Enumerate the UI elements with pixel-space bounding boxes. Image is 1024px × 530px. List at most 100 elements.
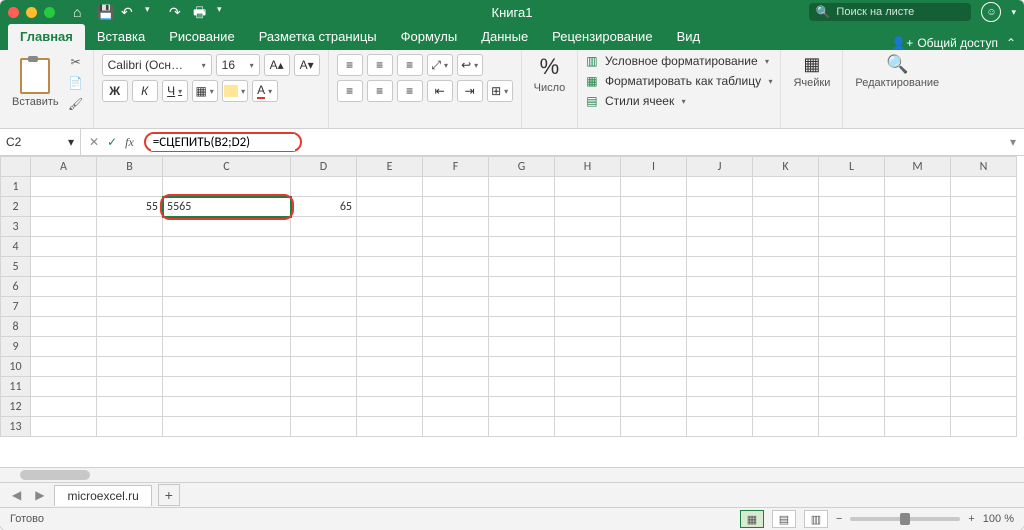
cell-B11[interactable] (97, 377, 163, 397)
qat-customize[interactable]: ▾ (217, 5, 231, 19)
cell-B5[interactable] (97, 257, 163, 277)
cell-D13[interactable] (291, 417, 357, 437)
cell-F3[interactable] (423, 217, 489, 237)
row-header-8[interactable]: 8 (1, 317, 31, 337)
row-header-11[interactable]: 11 (1, 377, 31, 397)
cell-N5[interactable] (951, 257, 1017, 277)
merge-icon[interactable]: ⊞▾ (487, 80, 513, 102)
cell-M1[interactable] (885, 177, 951, 197)
cell-D5[interactable] (291, 257, 357, 277)
formula-input[interactable] (151, 134, 295, 151)
cell-L1[interactable] (819, 177, 885, 197)
undo-icon[interactable]: ↶ (121, 5, 135, 19)
cell-I12[interactable] (621, 397, 687, 417)
col-header-I[interactable]: I (621, 157, 687, 177)
cell-H7[interactable] (555, 297, 621, 317)
confirm-formula-icon[interactable]: ✓ (107, 135, 117, 149)
cell-G12[interactable] (489, 397, 555, 417)
cell-F9[interactable] (423, 337, 489, 357)
cell-K13[interactable] (753, 417, 819, 437)
cell-K7[interactable] (753, 297, 819, 317)
next-sheet-icon[interactable]: ▶ (31, 488, 48, 502)
cell-E11[interactable] (357, 377, 423, 397)
cell-D9[interactable] (291, 337, 357, 357)
cell-A5[interactable] (31, 257, 97, 277)
cell-I4[interactable] (621, 237, 687, 257)
cell-I3[interactable] (621, 217, 687, 237)
align-bottom-icon[interactable]: ≡ (397, 54, 423, 76)
cell-L5[interactable] (819, 257, 885, 277)
col-header-L[interactable]: L (819, 157, 885, 177)
cell-L12[interactable] (819, 397, 885, 417)
tab-review[interactable]: Рецензирование (540, 24, 664, 50)
cell-L4[interactable] (819, 237, 885, 257)
cell-H8[interactable] (555, 317, 621, 337)
cell-H2[interactable] (555, 197, 621, 217)
save-icon[interactable]: 💾 (97, 5, 111, 19)
cell-G13[interactable] (489, 417, 555, 437)
cell-A6[interactable] (31, 277, 97, 297)
cell-J2[interactable] (687, 197, 753, 217)
cell-I8[interactable] (621, 317, 687, 337)
cell-I5[interactable] (621, 257, 687, 277)
cell-L3[interactable] (819, 217, 885, 237)
cell-N12[interactable] (951, 397, 1017, 417)
cell-M12[interactable] (885, 397, 951, 417)
print-icon[interactable]: 🖶 (193, 5, 207, 19)
cut-icon[interactable]: ✂ (67, 54, 85, 70)
cell-I6[interactable] (621, 277, 687, 297)
cell-M7[interactable] (885, 297, 951, 317)
font-color-button[interactable]: A▾ (252, 80, 278, 102)
close-window[interactable] (8, 7, 19, 18)
select-all-corner[interactable] (1, 157, 31, 177)
sheet-tab[interactable]: microexcel.ru (54, 485, 151, 506)
tab-data[interactable]: Данные (469, 24, 540, 50)
cell-C4[interactable] (163, 237, 291, 257)
cell-B3[interactable] (97, 217, 163, 237)
align-middle-icon[interactable]: ≡ (367, 54, 393, 76)
cell-D6[interactable] (291, 277, 357, 297)
cell-L7[interactable] (819, 297, 885, 317)
cells-button[interactable]: ▦ Ячейки (789, 54, 834, 89)
cell-E9[interactable] (357, 337, 423, 357)
page-break-view-icon[interactable]: ▥ (804, 510, 828, 528)
cell-D1[interactable] (291, 177, 357, 197)
cell-D2[interactable]: 65 (291, 197, 357, 217)
cell-J9[interactable] (687, 337, 753, 357)
cell-H5[interactable] (555, 257, 621, 277)
row-header-5[interactable]: 5 (1, 257, 31, 277)
editing-button[interactable]: 🔍 Редактирование (851, 54, 943, 89)
row-header-9[interactable]: 9 (1, 337, 31, 357)
tab-insert[interactable]: Вставка (85, 24, 157, 50)
cell-D8[interactable] (291, 317, 357, 337)
search-input[interactable] (834, 5, 965, 19)
cell-C8[interactable] (163, 317, 291, 337)
cell-K12[interactable] (753, 397, 819, 417)
align-left-icon[interactable]: ≡ (337, 80, 363, 102)
cell-B1[interactable] (97, 177, 163, 197)
cell-J12[interactable] (687, 397, 753, 417)
cell-M8[interactable] (885, 317, 951, 337)
zoom-out-icon[interactable]: − (836, 513, 842, 525)
cell-I10[interactable] (621, 357, 687, 377)
row-header-3[interactable]: 3 (1, 217, 31, 237)
cell-A12[interactable] (31, 397, 97, 417)
tab-view[interactable]: Вид (665, 24, 713, 50)
cell-G8[interactable] (489, 317, 555, 337)
cell-J1[interactable] (687, 177, 753, 197)
cell-N13[interactable] (951, 417, 1017, 437)
decrease-font-icon[interactable]: A▾ (294, 54, 320, 76)
cell-G4[interactable] (489, 237, 555, 257)
cell-N7[interactable] (951, 297, 1017, 317)
bold-button[interactable]: Ж (102, 80, 128, 102)
cell-C6[interactable] (163, 277, 291, 297)
cell-E13[interactable] (357, 417, 423, 437)
row-header-6[interactable]: 6 (1, 277, 31, 297)
col-header-H[interactable]: H (555, 157, 621, 177)
font-name-select[interactable]: Calibri (Осн…▾ (102, 54, 212, 76)
cell-E1[interactable] (357, 177, 423, 197)
cell-K10[interactable] (753, 357, 819, 377)
paste-button[interactable]: Вставить (8, 54, 63, 112)
cell-N6[interactable] (951, 277, 1017, 297)
cell-F2[interactable] (423, 197, 489, 217)
